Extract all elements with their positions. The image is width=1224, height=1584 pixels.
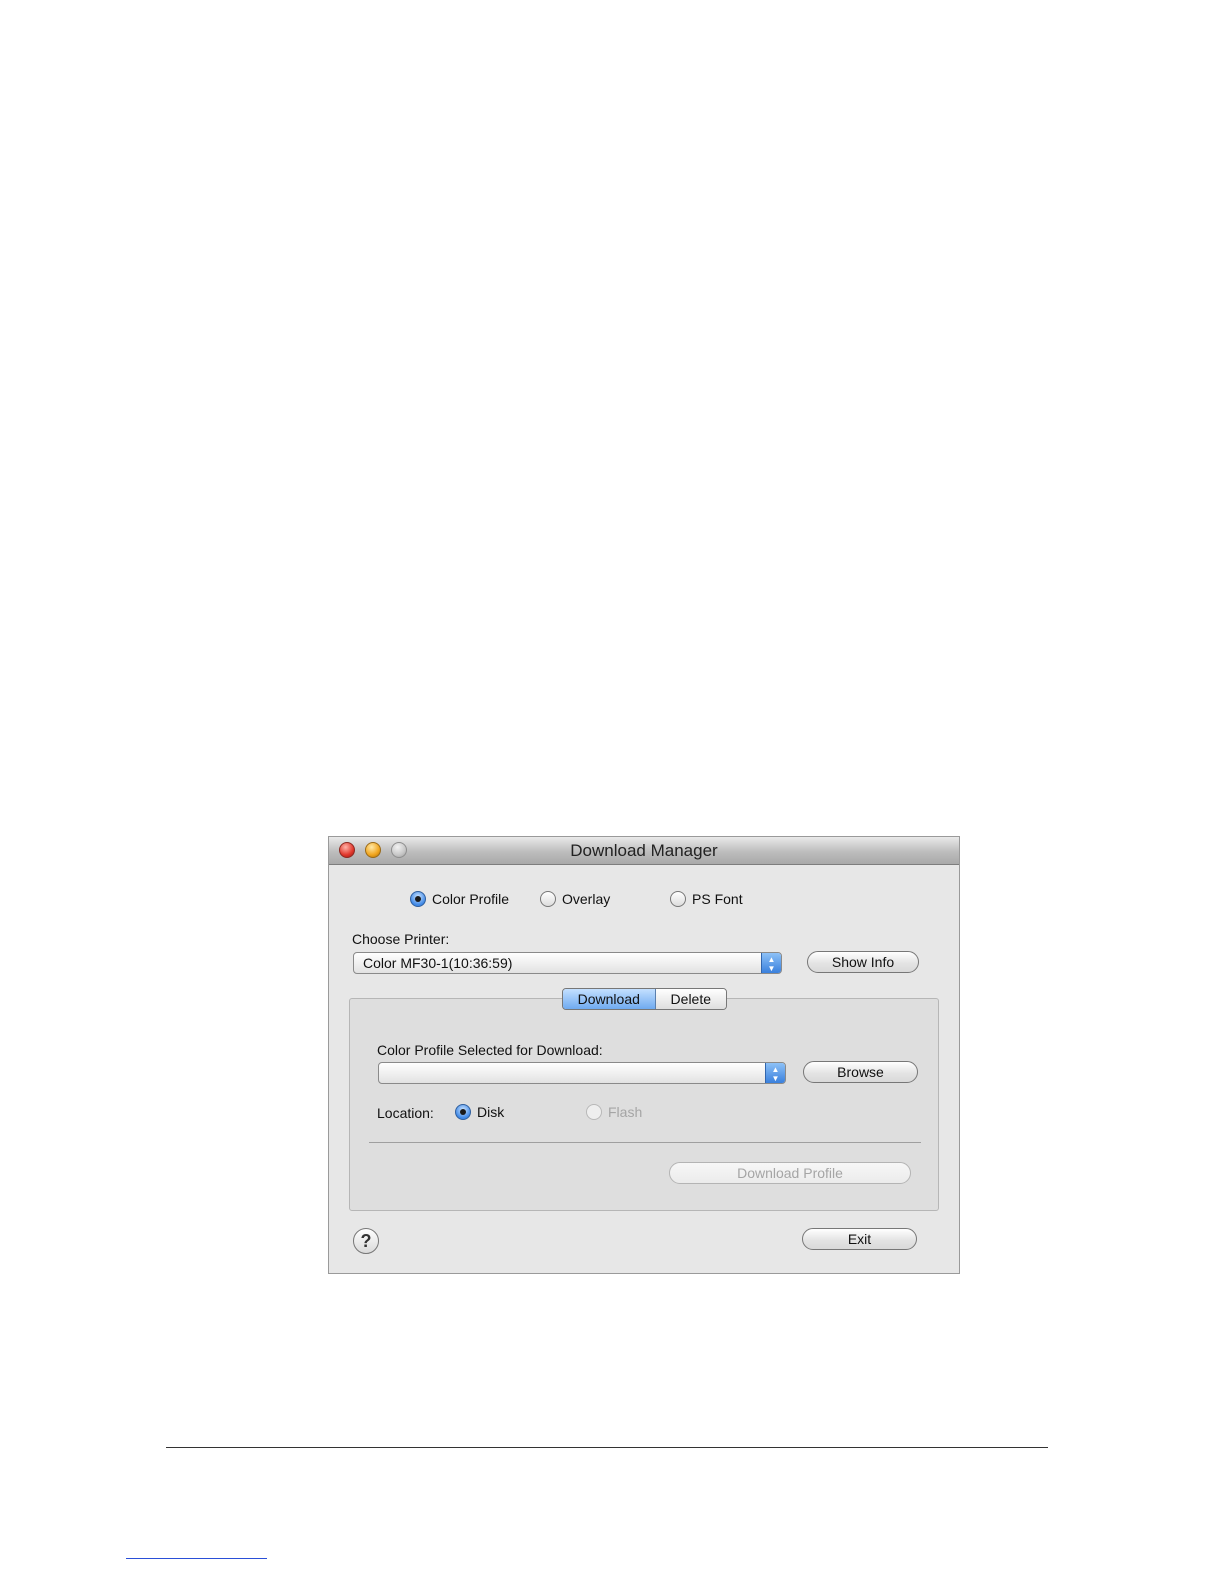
radio-overlay-label: Overlay: [562, 891, 611, 907]
download-manager-window: Download Manager Color Profile Overlay P…: [328, 836, 960, 1274]
radio-indicator[interactable]: [540, 891, 556, 907]
radio-flash-label: Flash: [608, 1104, 643, 1120]
tab-download[interactable]: Download: [563, 989, 656, 1009]
updown-arrows-icon: ▲ ▼: [761, 953, 781, 973]
tab-segmented-control: Download Delete: [562, 988, 727, 1010]
printer-select-value: Color MF30-1(10:36:59): [363, 955, 513, 971]
radio-selected-indicator[interactable]: [455, 1104, 471, 1120]
download-profile-button[interactable]: Download Profile: [669, 1162, 911, 1184]
footer-divider: [166, 1447, 1048, 1448]
choose-printer-label: Choose Printer:: [352, 931, 450, 947]
radio-indicator[interactable]: [670, 891, 686, 907]
profile-file-select[interactable]: ▲ ▼: [378, 1062, 786, 1084]
radio-ps-font-label: PS Font: [692, 891, 743, 907]
show-info-button[interactable]: Show Info: [807, 951, 919, 973]
radio-color-profile[interactable]: Color Profile: [410, 891, 509, 907]
title-bar[interactable]: Download Manager: [329, 837, 959, 865]
window-title: Download Manager: [570, 841, 718, 860]
radio-location-disk[interactable]: Disk: [455, 1104, 504, 1120]
location-label: Location:: [377, 1105, 434, 1121]
radio-color-profile-label: Color Profile: [432, 891, 510, 907]
radio-overlay[interactable]: Overlay: [540, 891, 610, 907]
printer-select[interactable]: Color MF30-1(10:36:59) ▲ ▼: [353, 952, 782, 974]
updown-arrows-icon: ▲ ▼: [765, 1063, 785, 1083]
radio-location-flash[interactable]: Flash: [586, 1104, 642, 1120]
file-selected-label: Color Profile Selected for Download:: [377, 1042, 603, 1058]
footer-link-underline: [126, 1558, 267, 1559]
radio-selected-indicator[interactable]: [410, 891, 426, 907]
tab-delete[interactable]: Delete: [655, 989, 726, 1009]
help-icon[interactable]: ?: [353, 1228, 379, 1254]
radio-disk-label: Disk: [477, 1104, 505, 1120]
browse-button[interactable]: Browse: [803, 1061, 918, 1083]
radio-ps-font[interactable]: PS Font: [670, 891, 743, 907]
exit-button[interactable]: Exit: [802, 1228, 917, 1250]
radio-indicator[interactable]: [586, 1104, 602, 1120]
panel-separator: [369, 1142, 921, 1143]
